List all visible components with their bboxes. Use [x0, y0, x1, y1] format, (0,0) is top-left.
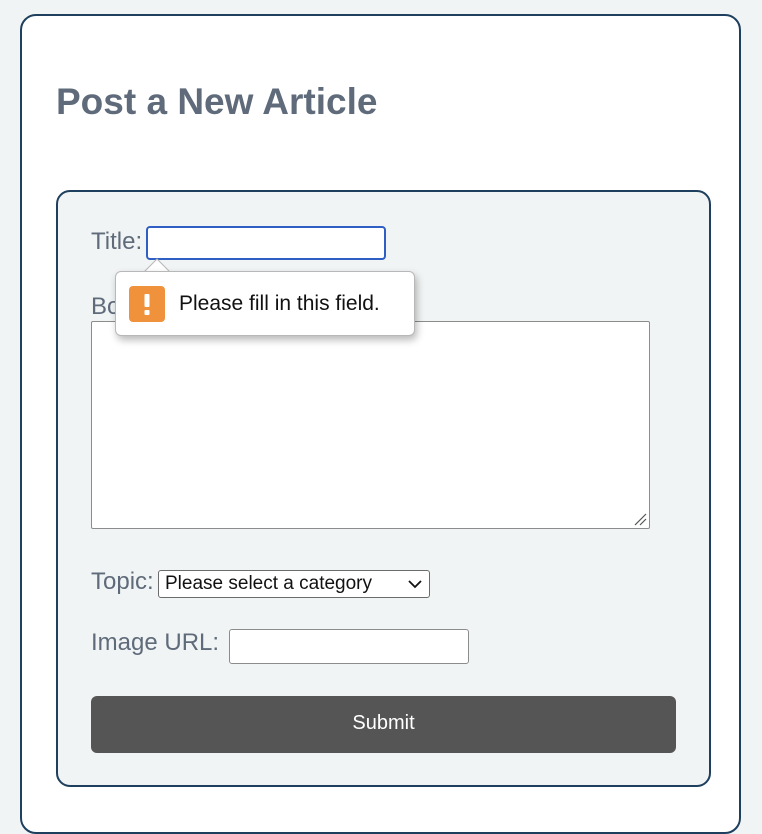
page-title: Post a New Article: [56, 81, 378, 122]
image-url-label: Image URL:: [91, 629, 220, 656]
tooltip-arrow: [143, 258, 171, 273]
exclamation-warning-icon: [129, 286, 165, 322]
image-url-input[interactable]: [229, 629, 469, 664]
body-textarea[interactable]: [91, 321, 650, 529]
validation-message: Please fill in this field.: [179, 292, 380, 315]
title-input[interactable]: [146, 226, 386, 260]
topic-selected-value: Please select a category: [165, 573, 373, 594]
topic-label: Topic:: [91, 568, 154, 595]
validation-tooltip: Please fill in this field.: [115, 271, 415, 336]
resize-handle-icon[interactable]: [633, 512, 647, 526]
title-label: Title:: [91, 228, 143, 255]
chevron-down-icon: [408, 580, 422, 589]
article-card: Post a New Article Title: Body: Topic: P…: [20, 14, 741, 834]
submit-button[interactable]: Submit: [91, 696, 676, 753]
topic-select[interactable]: Please select a category: [158, 570, 430, 598]
